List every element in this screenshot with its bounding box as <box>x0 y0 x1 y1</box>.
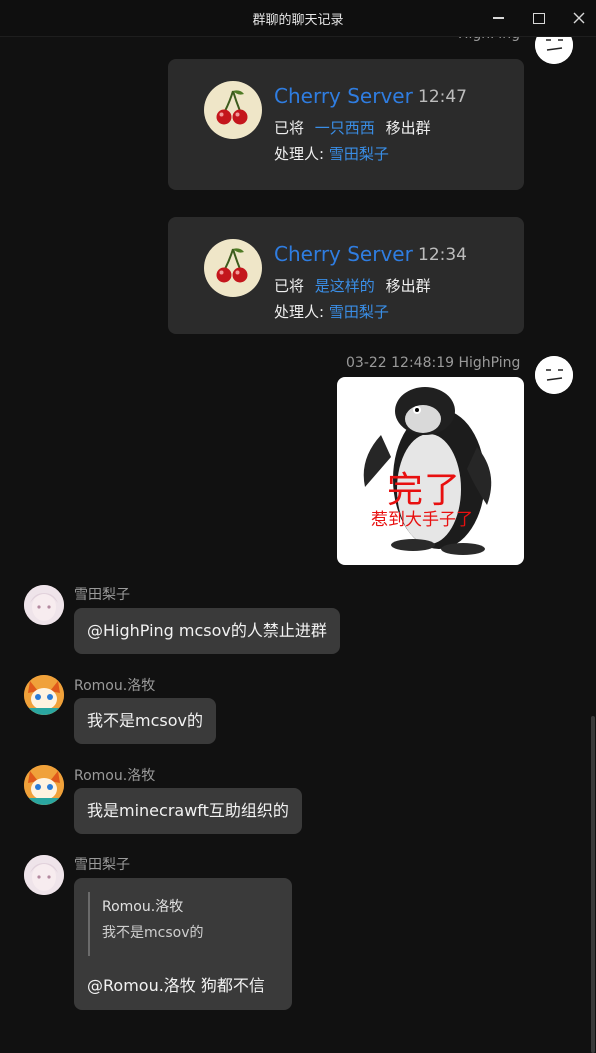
kick-line: 已将 是这样的 移出群 <box>274 275 431 296</box>
handler-link[interactable]: 雪田梨子 <box>329 145 389 163</box>
message-bubble[interactable]: @HighPing mcsov的人禁止进群 <box>74 608 340 654</box>
message-sender: 雪田梨子 <box>74 857 130 873</box>
cherry-logo-icon <box>204 239 262 297</box>
user-avatar[interactable] <box>24 765 64 805</box>
message-meta: 03-22 12:48:19 HighPing <box>346 355 521 371</box>
reply-message-bubble[interactable]: Romou.洛牧 我不是mcsov的 @Romou.洛牧 狗都不信 <box>74 878 292 1010</box>
quoted-message[interactable]: Romou.洛牧 我不是mcsov的 <box>88 892 270 956</box>
close-icon <box>573 12 585 24</box>
fox-avatar-icon <box>24 765 64 805</box>
minimize-button[interactable] <box>476 0 520 36</box>
kicked-user-link[interactable]: 一只西西 <box>315 119 375 137</box>
handler-link[interactable]: 雪田梨子 <box>329 303 389 321</box>
handler-label: 处理人: <box>274 145 325 163</box>
user-avatar[interactable] <box>24 855 64 895</box>
sticker-text-small: 惹到大手子了 <box>371 510 473 530</box>
quoted-text: 我不是mcsov的 <box>102 925 204 941</box>
face-icon <box>535 356 573 394</box>
action-suffix: 移出群 <box>385 277 431 295</box>
girl-avatar-icon <box>24 585 64 625</box>
card-time: 12:47 <box>418 87 467 107</box>
action-suffix: 移出群 <box>385 119 431 137</box>
minimize-icon <box>492 17 504 19</box>
reply-text: @Romou.洛牧 狗都不信 <box>87 976 265 995</box>
handler-label: 处理人: <box>274 303 325 321</box>
kick-line: 已将 一只西西 移出群 <box>274 117 431 138</box>
highping-avatar[interactable] <box>535 356 573 394</box>
quoted-sender: Romou.洛牧 <box>102 899 184 915</box>
girl-avatar-icon <box>24 855 64 895</box>
message-sender: 雪田梨子 <box>74 587 130 603</box>
handler-line: 处理人: 雪田梨子 <box>274 143 389 164</box>
close-button[interactable] <box>557 0 596 36</box>
message-sender: Romou.洛牧 <box>74 678 156 694</box>
handler-line: 处理人: 雪田梨子 <box>274 301 389 322</box>
action-prefix: 已将 <box>274 119 305 137</box>
title-bar: 群聊的聊天记录 <box>0 0 596 37</box>
scrollbar-track[interactable] <box>590 36 596 1053</box>
window-title: 群聊的聊天记录 <box>252 12 344 28</box>
message-bubble[interactable]: 我是minecrawft互助组织的 <box>74 788 302 834</box>
server-name: Cherry Server <box>274 84 413 108</box>
message-bubble[interactable]: 我不是mcsov的 <box>74 698 216 744</box>
kicked-user-link[interactable]: 是这样的 <box>315 277 375 295</box>
maximize-icon <box>533 12 545 24</box>
user-avatar[interactable] <box>24 675 64 715</box>
card-time: 12:34 <box>418 245 467 265</box>
server-name: Cherry Server <box>274 242 413 266</box>
scrollbar-thumb[interactable] <box>591 716 595 1053</box>
message-sender: Romou.洛牧 <box>74 768 156 784</box>
penguin-sticker[interactable]: 完了 惹到大手子了 <box>337 377 524 565</box>
action-prefix: 已将 <box>274 277 305 295</box>
cherry-logo-icon <box>204 81 262 139</box>
user-avatar[interactable] <box>24 585 64 625</box>
kick-notice-card[interactable]: Cherry Server 12:34 已将 是这样的 移出群 处理人: 雪田梨… <box>168 217 524 334</box>
maximize-button[interactable] <box>517 0 561 36</box>
kick-notice-card[interactable]: Cherry Server 12:47 已将 一只西西 移出群 处理人: 雪田梨… <box>168 59 524 190</box>
fox-avatar-icon <box>24 675 64 715</box>
